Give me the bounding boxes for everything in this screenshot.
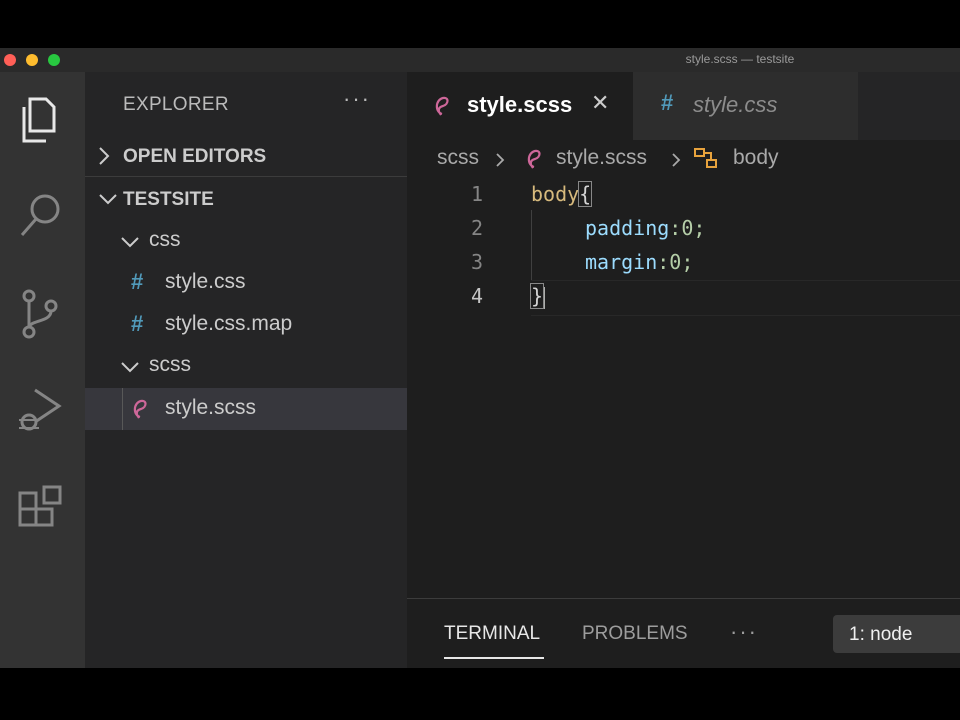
- chevron-right-icon: [672, 153, 681, 167]
- chevron-down-icon: [121, 237, 139, 248]
- tab-style-scss[interactable]: style.scss ✕: [407, 72, 633, 140]
- explorer-sidebar: EXPLORER ··· OPEN EDITORS TESTSITE css #…: [85, 72, 407, 668]
- css-value: :0;: [657, 250, 694, 274]
- tree-item-style-css[interactable]: # style.css: [85, 262, 407, 302]
- breadcrumb-item[interactable]: scss: [437, 146, 479, 170]
- indent-guide: [122, 388, 123, 430]
- tree-item-style-scss[interactable]: style.scss: [85, 388, 407, 430]
- css-value: :0;: [669, 216, 706, 240]
- explorer-icon[interactable]: [10, 90, 70, 150]
- run-debug-icon[interactable]: [10, 380, 70, 440]
- extensions-icon[interactable]: [10, 480, 70, 540]
- tree-item-style-css-map[interactable]: # style.css.map: [85, 304, 407, 344]
- line-number: 2: [470, 216, 483, 240]
- bottom-panel: TERMINAL PROBLEMS ··· 1: node: [407, 598, 960, 668]
- window-title: style.scss — testsite: [685, 52, 795, 66]
- section-divider: [85, 176, 407, 177]
- search-icon[interactable]: [10, 186, 70, 246]
- open-editors-label: OPEN EDITORS: [123, 146, 267, 167]
- tab-style-css[interactable]: # style.css: [633, 72, 858, 140]
- active-tab-indicator: [444, 657, 544, 659]
- breadcrumb-item[interactable]: style.scss: [556, 146, 647, 170]
- more-actions-button[interactable]: ···: [343, 86, 371, 112]
- tree-item-scss[interactable]: scss: [85, 345, 407, 385]
- selector-symbol-icon: [694, 148, 717, 168]
- minimize-window-button[interactable]: [26, 54, 38, 66]
- tree-item-label: style.scss: [165, 396, 257, 419]
- tab-problems[interactable]: PROBLEMS: [582, 623, 688, 645]
- code-editor[interactable]: 1 2 3 4 body{ padding:0; margin:0; }: [407, 178, 960, 598]
- css-file-icon: #: [661, 90, 674, 115]
- title-bar: style.scss — testsite: [0, 48, 960, 72]
- open-brace: {: [578, 181, 593, 207]
- tab-label: style.scss: [467, 92, 573, 117]
- breadcrumb-item[interactable]: body: [733, 146, 779, 170]
- sass-file-icon: [133, 399, 147, 419]
- close-brace: }: [529, 283, 545, 309]
- indent-guide: [531, 210, 532, 280]
- chevron-right-icon: [496, 153, 505, 167]
- code-line-2: padding:0;: [585, 216, 705, 240]
- tree-item-css[interactable]: css: [85, 220, 407, 260]
- code-line-3: margin:0;: [585, 250, 693, 274]
- tree-item-label: style.css.map: [165, 312, 293, 335]
- editor-tab-bar: style.scss ✕ # style.css: [407, 72, 960, 140]
- chevron-down-icon: [121, 362, 139, 373]
- close-icon[interactable]: ✕: [591, 90, 609, 116]
- breadcrumb: scss style.scss body: [407, 140, 960, 178]
- close-window-button[interactable]: [4, 54, 16, 66]
- line-number: 4: [470, 284, 483, 308]
- activity-bar: [0, 72, 85, 668]
- open-editors-section[interactable]: OPEN EDITORS: [85, 136, 407, 176]
- line-number: 1: [470, 182, 483, 206]
- sass-file-icon: [527, 149, 541, 169]
- testsite-label: TESTSITE: [123, 189, 214, 210]
- tree-item-label: css: [149, 228, 181, 251]
- css-selector: body: [531, 182, 580, 206]
- tree-item-label: scss: [149, 353, 191, 376]
- chevron-down-icon: [99, 194, 117, 205]
- code-line-4: }: [529, 283, 546, 309]
- source-control-icon[interactable]: [10, 284, 70, 344]
- current-line-highlight: [531, 280, 960, 316]
- chevron-right-icon: [99, 147, 110, 165]
- terminal-select-value: 1: node: [849, 624, 913, 645]
- css-file-icon: #: [131, 311, 144, 336]
- css-property: padding: [585, 216, 670, 240]
- vscode-window: style.scss — testsite EXPLORER ··· OPEN …: [0, 48, 960, 668]
- text-cursor: [543, 286, 546, 309]
- terminal-select[interactable]: 1: node: [833, 615, 960, 653]
- css-file-icon: #: [131, 269, 144, 294]
- tree-item-label: style.css: [165, 270, 246, 293]
- css-property: margin: [585, 250, 658, 274]
- explorer-title: EXPLORER: [123, 94, 229, 115]
- line-number: 3: [470, 250, 483, 274]
- tab-label: style.css: [693, 92, 778, 117]
- testsite-folder[interactable]: TESTSITE: [85, 179, 407, 219]
- sass-file-icon: [435, 96, 449, 116]
- panel-more-button[interactable]: ···: [730, 619, 758, 645]
- tab-terminal[interactable]: TERMINAL: [444, 623, 540, 645]
- zoom-window-button[interactable]: [48, 54, 60, 66]
- code-line-1: body{: [531, 181, 593, 207]
